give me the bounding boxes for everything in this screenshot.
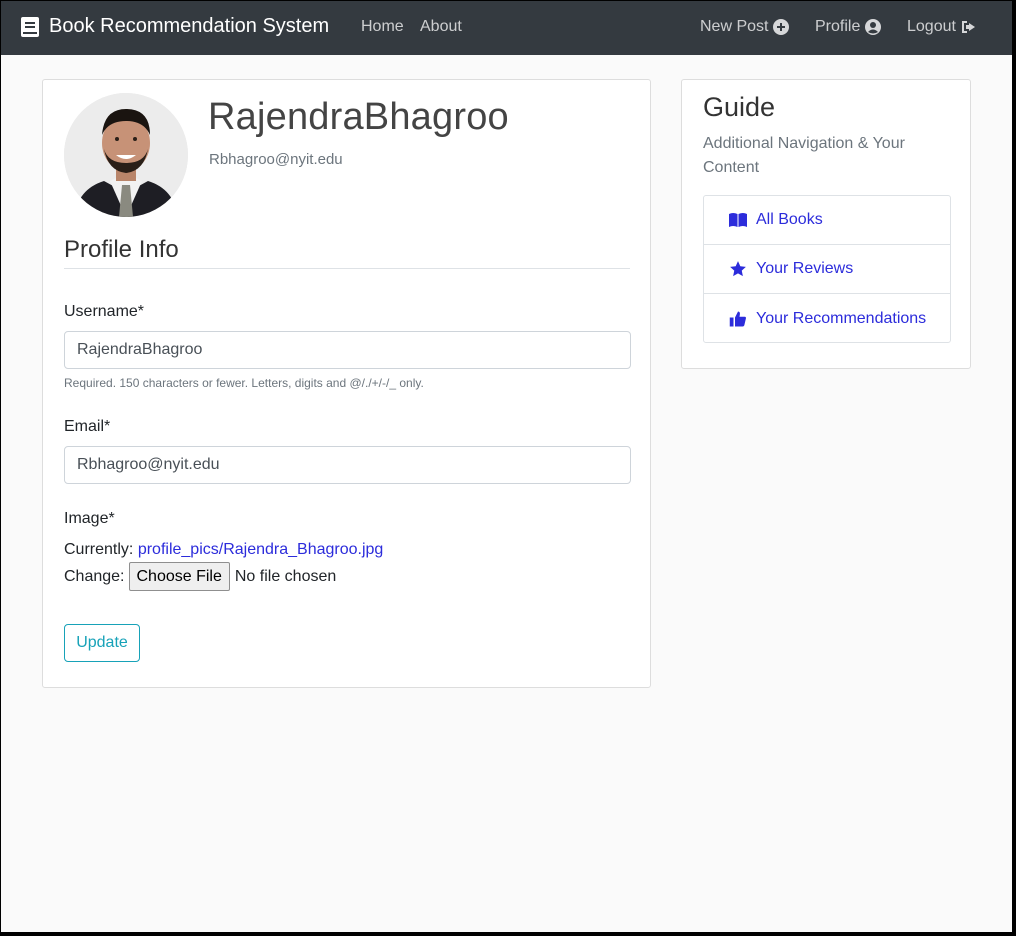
current-image: Currently: profile_pics/Rajendra_Bhagroo… — [64, 541, 383, 559]
account-username: RajendraBhagroo — [208, 96, 509, 138]
app-frame: Book Recommendation System Home About Ne… — [1, 1, 1012, 932]
choose-file-button[interactable]: Choose File — [128, 562, 230, 591]
change-image: Change: Choose File No file chosen — [64, 562, 336, 591]
navbar: Book Recommendation System Home About Ne… — [1, 1, 1012, 55]
nav-profile[interactable]: Profile — [815, 18, 882, 36]
guide-item-all-books[interactable]: All Books — [704, 196, 950, 245]
nav-new-post[interactable]: New Post — [700, 18, 790, 36]
guide-item-your-recommendations[interactable]: Your Recommendations — [704, 294, 950, 343]
guide-list: All Books Your Reviews Your Recommendati… — [703, 195, 951, 343]
guide-item-label: Your Recommendations — [756, 309, 927, 327]
account-email: Rbhagroo@nyit.edu — [209, 151, 343, 168]
email-label: Email* — [64, 418, 111, 435]
brand-title: Book Recommendation System — [49, 15, 330, 37]
guide-title: Guide — [703, 92, 776, 122]
image-label: Image* — [64, 510, 115, 527]
username-label: Username* — [64, 303, 145, 320]
change-label: Change: — [64, 567, 125, 585]
brand-link[interactable]: Book Recommendation System — [21, 15, 329, 38]
plus-circle-icon — [773, 19, 790, 35]
nav-logout-label: Logout — [907, 18, 956, 35]
avatar — [64, 93, 188, 217]
guide-card: Guide Additional Navigation & Your Conte… — [681, 79, 971, 369]
nav-profile-label: Profile — [815, 18, 861, 35]
profile-info-legend: Profile Info — [64, 236, 630, 269]
guide-item-your-reviews[interactable]: Your Reviews — [704, 245, 950, 294]
username-input[interactable] — [64, 331, 631, 369]
user-circle-icon — [865, 19, 882, 35]
profile-card: RajendraBhagroo Rbhagroo@nyit.edu Profil… — [42, 79, 651, 688]
current-image-link[interactable]: profile_pics/Rajendra_Bhagroo.jpg — [138, 541, 384, 558]
book-open-icon — [728, 212, 748, 228]
sign-out-icon — [961, 20, 977, 34]
guide-subtitle: Additional Navigation & Your Content — [703, 135, 905, 176]
nav-logout[interactable]: Logout — [907, 18, 977, 36]
guide-item-label: Your Reviews — [756, 260, 854, 277]
book-icon — [21, 16, 39, 37]
file-status: No file chosen — [234, 567, 337, 585]
email-input[interactable] — [64, 446, 631, 484]
star-icon — [728, 260, 748, 278]
nav-home[interactable]: Home — [361, 18, 404, 36]
username-help-text: Required. 150 characters or fewer. Lette… — [64, 376, 424, 390]
nav-about[interactable]: About — [420, 18, 462, 36]
thumbs-up-icon — [728, 310, 748, 328]
guide-item-label: All Books — [756, 211, 823, 228]
update-button[interactable]: Update — [64, 624, 140, 662]
currently-label: Currently: — [64, 541, 134, 558]
nav-new-post-label: New Post — [700, 18, 769, 35]
